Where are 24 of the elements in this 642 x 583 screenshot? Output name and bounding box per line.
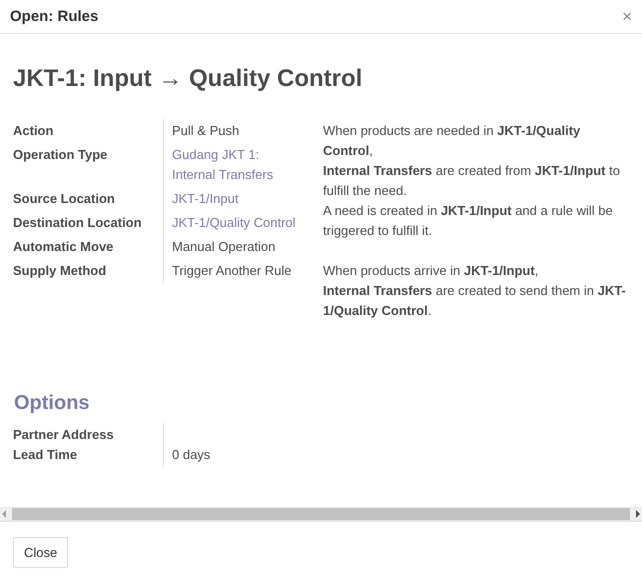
close-button[interactable]: Close bbox=[13, 537, 68, 568]
field-label: Destination Location bbox=[13, 214, 143, 232]
field-label: Partner Address bbox=[13, 426, 115, 444]
record-title: JKT-1: Input → Quality Control bbox=[13, 64, 364, 94]
field-label: Action bbox=[13, 122, 54, 140]
rule-description: A need is created in JKT-1/Input and a rule will be triggered to fulfill it. bbox=[323, 202, 614, 240]
rule-description: Internal Transfers are created to send them in JKT-1/Quality Control. bbox=[323, 282, 627, 320]
rule-description: When products arrive in JKT-1/Input, bbox=[323, 262, 540, 280]
field-value: Manual Operation bbox=[172, 238, 276, 256]
field-value[interactable]: JKT-1/Input bbox=[172, 189, 300, 209]
field-value[interactable]: Gudang JKT 1: Internal Transfers bbox=[172, 145, 300, 185]
field-value[interactable]: JKT-1/Quality Control bbox=[172, 213, 300, 233]
field-label: Automatic Move bbox=[13, 238, 114, 256]
dialog-title: Open: Rules bbox=[10, 6, 98, 26]
field-value: 0 days bbox=[172, 446, 212, 464]
field-label: Lead Time bbox=[13, 446, 78, 464]
rule-description: Internal Transfers are created from JKT-1/Input to fulfill the need. bbox=[323, 162, 621, 200]
field-value: Pull & Push bbox=[172, 122, 240, 140]
field-label: Supply Method bbox=[13, 262, 108, 280]
field-label: Source Location bbox=[13, 190, 116, 208]
field-value: Trigger Another Rule bbox=[172, 262, 292, 280]
field-label: Operation Type bbox=[13, 146, 108, 164]
scrollbar[interactable] bbox=[0, 507, 642, 521]
section-heading: Options bbox=[14, 391, 91, 415]
